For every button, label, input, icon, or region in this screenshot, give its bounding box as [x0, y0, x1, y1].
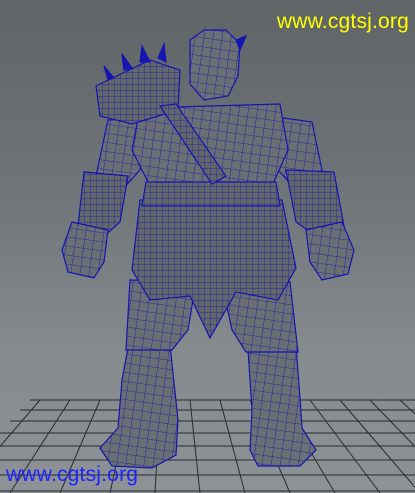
right-boot: [247, 345, 317, 467]
belt: [141, 181, 281, 207]
watermark-top: www.cgtsj.org: [276, 10, 409, 33]
right-hand: [305, 221, 355, 281]
head: [189, 29, 241, 101]
left-hand: [61, 221, 109, 279]
left-boot: [99, 344, 179, 469]
character-mesh[interactable]: [0, 0, 415, 493]
3d-viewport[interactable]: www.cgtsj.org www.cgtsj.org: [0, 0, 415, 493]
watermark-bottom: www.cgtsj.org: [6, 463, 139, 486]
